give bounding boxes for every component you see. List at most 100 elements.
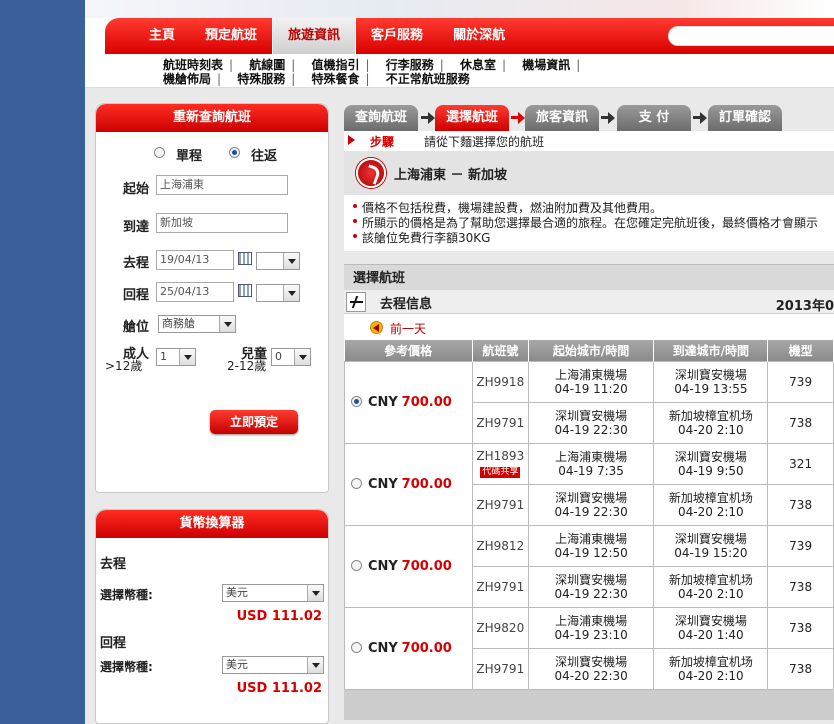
- step-passenger-info: 旅客資訊: [525, 105, 599, 131]
- arrival-cell: 新加坡樟宜机场 04-20 2:10: [653, 483, 769, 526]
- to-label: 到達: [123, 220, 150, 235]
- subnav-separator: |: [365, 72, 370, 86]
- currency-select-return[interactable]: 美元: [222, 656, 324, 674]
- return-date-field[interactable]: 25/04/13: [156, 282, 234, 302]
- arrival-time: 04-19 9:50: [678, 463, 744, 478]
- subnav-irregular-flight[interactable]: 不正常航班服務: [386, 72, 470, 86]
- adult-count-select[interactable]: 1: [156, 348, 196, 366]
- aircraft-cell: 738: [767, 606, 834, 649]
- price-cell: CNY 700.00: [344, 360, 473, 444]
- flight-number: ZH9820: [476, 620, 525, 635]
- price-currency: CNY: [368, 640, 398, 656]
- arrow-left-icon[interactable]: [370, 321, 383, 334]
- currency-panel-title: 貨幣換算器: [96, 510, 328, 538]
- codeshare-badge: 代碼共享: [480, 467, 521, 478]
- option-radio[interactable]: [351, 395, 362, 407]
- subnav-special-service[interactable]: 特殊服務: [237, 72, 285, 86]
- bullet-icon: [353, 219, 357, 223]
- nav-about[interactable]: 關於深航: [438, 18, 520, 54]
- flight-row[interactable]: CNY 700.00 ZH9812 上海浦東機場 04-19 12:50 深圳寶安機場 0…: [344, 524, 834, 608]
- prev-day-link[interactable]: 前一天: [390, 320, 426, 337]
- search-input[interactable]: [668, 26, 834, 46]
- nav-home[interactable]: 主頁: [105, 18, 190, 54]
- arrival-airport: 深圳寶安機場: [674, 531, 747, 546]
- option-radio[interactable]: [351, 477, 362, 489]
- step-search[interactable]: 查詢航班: [344, 105, 418, 131]
- subnav-airport-info[interactable]: 機場資訊: [522, 58, 570, 72]
- subnav-separator: |: [217, 72, 222, 86]
- chevron-down-icon: [307, 657, 323, 673]
- oneway-radio[interactable]: [154, 147, 165, 158]
- from-field[interactable]: 上海浦東: [156, 175, 288, 195]
- route-title: 上海浦東 － 新加坡: [394, 168, 508, 183]
- arrow-right-icon: [601, 112, 615, 124]
- arrow-right-icon: [693, 112, 707, 124]
- arrival-cell: 新加坡樟宜机场 04-20 2:10: [653, 565, 769, 608]
- flight-number: ZH1893: [476, 449, 525, 463]
- step-hint: 步驟 請從下麵選擇您的航班: [344, 131, 834, 151]
- subnav-special-meal[interactable]: 特殊餐食: [312, 72, 360, 86]
- search-panel: 重新查詢航班 單程 往返 起始 上海浦東 到達 新加坡 去程 19/04/13 …: [95, 103, 329, 493]
- aircraft-cell: 321: [767, 442, 834, 485]
- arrival-time: 04-19 15:20: [674, 545, 748, 560]
- departure-time: 04-19 11:20: [554, 381, 628, 396]
- flight-number: ZH9791: [476, 579, 525, 594]
- return-calendar-icon[interactable]: [238, 284, 252, 297]
- aircraft-model: 738: [789, 497, 813, 512]
- depart-calendar-icon[interactable]: [238, 252, 252, 265]
- aircraft-model: 739: [789, 538, 813, 553]
- departure-airport: 深圳寶安機場: [555, 490, 628, 505]
- arrival-time: 04-20 2:10: [678, 504, 744, 519]
- outbound-info-bar: 去程信息 2013年0: [344, 290, 834, 314]
- price-currency: CNY: [368, 558, 398, 574]
- subnav-cabin-layout[interactable]: 機艙佈局: [163, 72, 211, 86]
- return-time-select[interactable]: [256, 284, 300, 302]
- option-radio[interactable]: [351, 641, 362, 653]
- top-nav: 主頁 預定航班 旅遊資訊 客戶服務 關於深航: [105, 18, 834, 54]
- child-count-select[interactable]: 0: [271, 348, 311, 366]
- arrival-time: 04-20 2:10: [678, 422, 744, 437]
- departure-airport: 上海浦東機場: [555, 367, 628, 382]
- nav-booking[interactable]: 預定航班: [190, 18, 272, 54]
- depart-time-select[interactable]: [256, 252, 300, 270]
- header-aircraft: 機型: [767, 340, 834, 361]
- depart-date-field[interactable]: 19/04/13: [156, 250, 234, 270]
- book-now-button[interactable]: 立即預定: [210, 410, 298, 434]
- currency-outbound-label: 去程: [100, 557, 127, 572]
- arrival-airport: 深圳寶安機場: [674, 613, 747, 628]
- price-currency: CNY: [368, 476, 398, 492]
- currency-value: 美元: [226, 658, 248, 671]
- departure-cell: 深圳寶安機場 04-19 22:30: [527, 401, 655, 444]
- cabin-select[interactable]: 商務艙: [158, 315, 236, 333]
- aircraft-cell: 738: [767, 483, 834, 526]
- arrival-airport: 新加坡樟宜机场: [668, 654, 753, 669]
- roundtrip-radio[interactable]: [229, 147, 240, 158]
- flight-number-cell: ZH9918: [471, 360, 529, 403]
- flight-number: ZH9791: [476, 497, 525, 512]
- header-flight-no: 航班號: [472, 340, 529, 361]
- option-radio[interactable]: [351, 559, 362, 571]
- plane-icon: [346, 292, 366, 312]
- flight-table: 參考價格 航班號 起始城市/時間 到達城市/時間 機型 CNY 700.00 ZH…: [344, 340, 834, 690]
- price-amount: 700.00: [401, 394, 452, 410]
- aircraft-model: 739: [789, 374, 813, 389]
- flight-row[interactable]: CNY 700.00 ZH1893 代碼共享 上海浦東機場 04-19 7:35 深圳寶安…: [344, 442, 834, 526]
- nav-travel-info[interactable]: 旅遊資訊: [272, 18, 357, 54]
- bullet-icon: [353, 204, 357, 208]
- step-confirmation: 訂單確認: [708, 105, 782, 131]
- flight-row[interactable]: CNY 700.00 ZH9820 上海浦東機場 04-19 23:10 深圳寶安機場 0…: [344, 606, 834, 690]
- flight-row[interactable]: CNY 700.00 ZH9918 上海浦東機場 04-19 11:20 深圳寶安機場 0…: [344, 360, 834, 444]
- aircraft-model: 738: [789, 620, 813, 635]
- currency-select-outbound[interactable]: 美元: [222, 584, 324, 602]
- chevron-down-icon: [219, 316, 235, 332]
- converted-amount-return: USD 111.02: [236, 681, 322, 696]
- arrival-airport: 新加坡樟宜机场: [668, 490, 753, 505]
- nav-customer-service[interactable]: 客戶服務: [356, 18, 438, 54]
- currency-select-label: 選擇幣種:: [100, 660, 153, 674]
- to-field[interactable]: 新加坡: [156, 213, 288, 233]
- return-label: 回程: [123, 288, 150, 303]
- price-amount: 700.00: [401, 558, 452, 574]
- flight-number-cell: ZH9812: [471, 524, 529, 567]
- arrival-airport: 深圳寶安機場: [674, 449, 747, 464]
- adult-age-label: >12歲: [105, 359, 143, 373]
